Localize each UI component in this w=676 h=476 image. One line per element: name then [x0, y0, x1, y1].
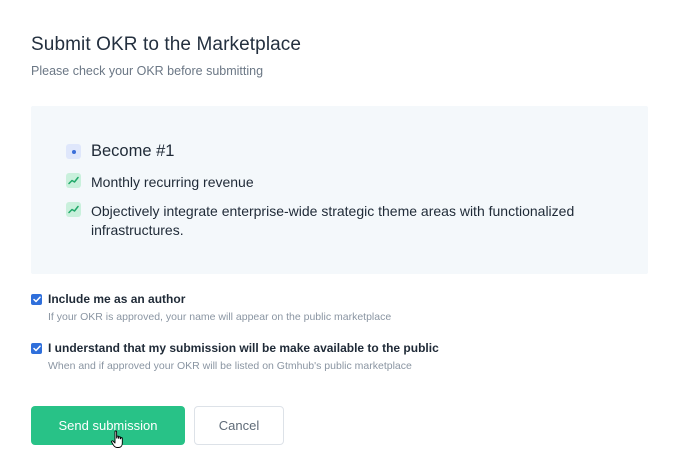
send-submission-button[interactable]: Send submission [31, 406, 185, 445]
trend-line-icon [66, 202, 81, 217]
check-icon [32, 296, 41, 303]
okr-key-result: Monthly recurring revenue [66, 173, 254, 192]
dialog-subtitle: Please check your OKR before submitting [31, 64, 264, 78]
include-author-checkbox[interactable] [31, 294, 42, 305]
key-result-title: Monthly recurring revenue [91, 174, 254, 190]
submit-okr-dialog: Submit OKR to the Marketplace Please che… [0, 0, 676, 476]
trend-line-icon [66, 173, 81, 188]
goal-dot-icon [66, 144, 81, 159]
public-consent-checkbox[interactable] [31, 343, 42, 354]
public-consent-label[interactable]: I understand that my submission will be … [48, 341, 439, 355]
public-consent-help: When and if approved your OKR will be li… [48, 360, 412, 372]
cancel-button[interactable]: Cancel [194, 406, 284, 445]
check-icon [32, 345, 41, 352]
option-include-author: Include me as an author If your OKR is a… [31, 292, 391, 323]
hand-pointer-cursor-icon [111, 430, 123, 448]
include-author-label[interactable]: Include me as an author [48, 292, 391, 306]
okr-objective: Become #1 [66, 142, 174, 161]
option-public-consent: I understand that my submission will be … [31, 341, 439, 372]
include-author-help: If your OKR is approved, your name will … [48, 311, 392, 323]
objective-title: Become #1 [91, 142, 175, 160]
dialog-title: Submit OKR to the Marketplace [31, 34, 302, 55]
key-result-title: Objectively integrate enterprise-wide st… [91, 203, 575, 238]
okr-key-result: Objectively integrate enterprise-wide st… [66, 202, 606, 240]
